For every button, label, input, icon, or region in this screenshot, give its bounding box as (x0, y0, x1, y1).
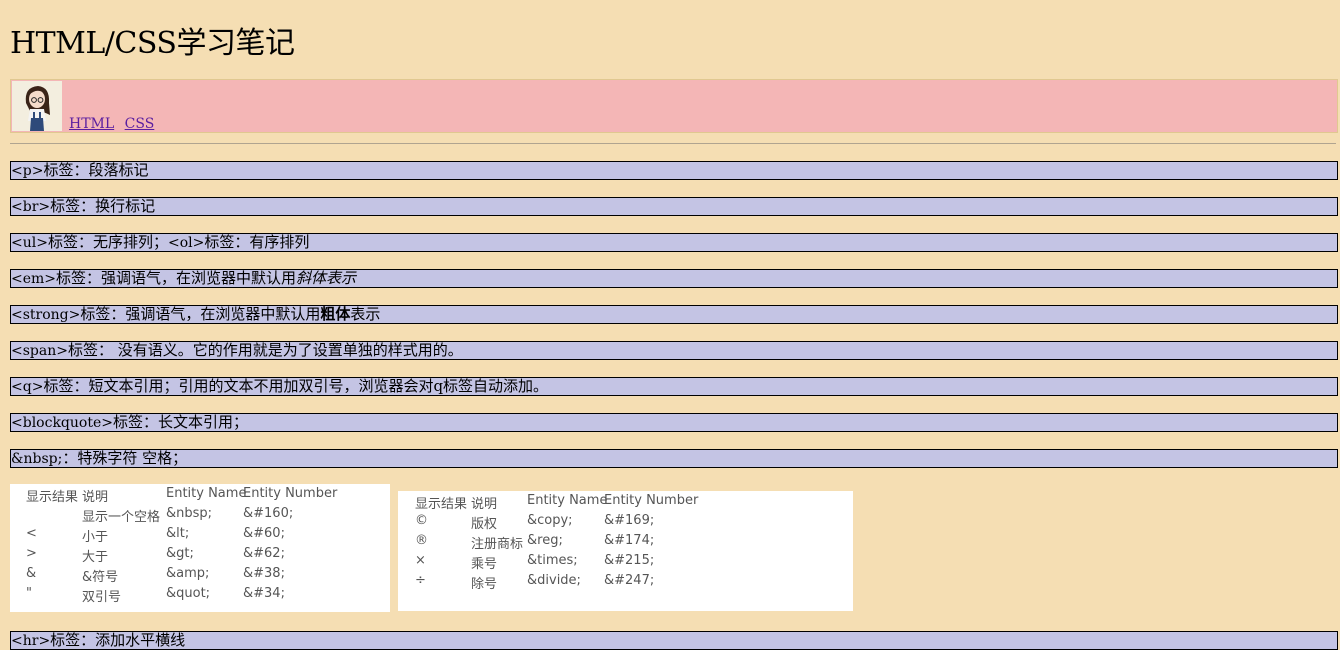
nav-link-css[interactable]: CSS (125, 116, 155, 132)
table-header: Entity Name (166, 486, 247, 501)
table-cell: &#247; (604, 573, 655, 588)
note-blockquote-tag: <blockquote>标签：长文本引用； (10, 413, 1338, 432)
note-code: &nbsp; (11, 451, 63, 467)
note-text: 标签：长文本引用； (112, 413, 248, 431)
table-cell: &divide; (527, 573, 581, 588)
table-header: 说明 (82, 490, 109, 505)
note-code: <ul> (11, 235, 48, 251)
table-cell: < (26, 526, 37, 541)
table-cell: × (415, 553, 426, 568)
table-cell: 小于 (82, 530, 109, 545)
table-cell: &copy; (527, 513, 573, 528)
note-text: 标签：换行标记 (50, 197, 156, 215)
note-em-tag: <em>标签：强调语气，在浏览器中默认用斜体表示 (10, 269, 1338, 288)
table-cell: &amp; (166, 566, 210, 581)
note-text: ：特殊字符 空格； (62, 449, 188, 467)
note-q-tag: <q>标签：短文本引用；引用的文本不用加双引号，浏览器会对q标签自动添加。 (10, 377, 1338, 396)
note-code: <q> (11, 379, 44, 395)
table-header: Entity Number (604, 493, 699, 508)
table-header: 说明 (471, 497, 498, 512)
nav-links: HTML CSS (69, 116, 160, 132)
nav-link-html[interactable]: HTML (69, 116, 114, 132)
table-cell: 大于 (82, 550, 109, 565)
table-header: Entity Name (527, 493, 608, 508)
table-cell: &#34; (243, 586, 285, 601)
note-code-2: <ol> (167, 235, 205, 251)
note-code: <blockquote> (11, 415, 113, 431)
table-header: 显示结果 (26, 490, 79, 505)
note-text: 标签：强调语气，在浏览器中默认用 (56, 269, 297, 287)
note-text: 标签：无序排列； (47, 233, 168, 251)
note-text-2: 标签：有序排列 (204, 233, 310, 251)
table-cell: 双引号 (82, 590, 122, 605)
table-header: 显示结果 (415, 497, 468, 512)
header-banner: HTML CSS (10, 79, 1338, 133)
table-cell: &lt; (166, 526, 190, 541)
table-cell: &quot; (166, 586, 211, 601)
note-text: 标签： 没有语义。它的作用就是为了设置单独的样式用的。 (67, 341, 463, 359)
note-code: <hr> (11, 633, 51, 649)
note-italic-text: 斜体表示 (296, 269, 357, 287)
note-text: 标签：添加水平横线 (50, 631, 186, 649)
table-cell: > (26, 546, 37, 561)
entity-table-2: 显示结果 说明 Entity Name Entity Number © 版权 &… (398, 491, 853, 611)
table-cell: &#169; (604, 513, 655, 528)
note-text: 标签：强调语气，在浏览器中默认用 (80, 305, 321, 323)
table-cell: &#215; (604, 553, 655, 568)
note-ul-ol-tag: <ul>标签：无序排列；<ol>标签：有序排列 (10, 233, 1338, 252)
page-title: HTML/CSS学习笔记 (10, 26, 295, 61)
table-header: Entity Number (243, 486, 338, 501)
note-bold-text: 粗体 (320, 305, 351, 323)
note-code: <p> (11, 163, 44, 179)
table-cell: 显示一个空格 (82, 510, 161, 525)
note-text: 标签：段落标记 (43, 161, 149, 179)
note-code: <em> (11, 271, 57, 287)
note-span-tag: <span>标签： 没有语义。它的作用就是为了设置单独的样式用的。 (10, 341, 1338, 360)
table-cell: ÷ (415, 573, 426, 588)
table-cell: " (26, 586, 32, 601)
note-code: <br> (11, 199, 51, 215)
note-text-after: 表示 (350, 305, 381, 323)
table-cell: &nbsp; (166, 506, 213, 521)
table-cell: &reg; (527, 533, 563, 548)
table-cell: &#38; (243, 566, 285, 581)
note-code: <strong> (11, 307, 81, 323)
note-strong-tag: <strong>标签：强调语气，在浏览器中默认用粗体表示 (10, 305, 1338, 324)
table-cell: 除号 (471, 577, 498, 592)
note-nbsp: &nbsp;：特殊字符 空格； (10, 449, 1338, 468)
entity-table-1: 显示结果 说明 Entity Name Entity Number 显示一个空格… (10, 484, 390, 612)
table-cell: &#160; (243, 506, 294, 521)
table-cell: 版权 (471, 517, 498, 532)
table-cell: &times; (527, 553, 578, 568)
avatar (12, 81, 62, 131)
table-cell: ® (415, 533, 428, 548)
note-text: 标签：短文本引用；引用的文本不用加双引号，浏览器会对q标签自动添加。 (43, 377, 549, 395)
note-p-tag: <p>标签：段落标记 (10, 161, 1338, 180)
horizontal-rule (10, 143, 1336, 144)
table-cell: &#62; (243, 546, 285, 561)
table-cell: &#60; (243, 526, 285, 541)
note-br-tag: <br>标签：换行标记 (10, 197, 1338, 216)
table-cell: 乘号 (471, 557, 498, 572)
table-cell: & (26, 566, 37, 581)
table-cell: &符号 (82, 570, 119, 585)
table-cell: © (415, 513, 428, 528)
table-cell: &gt; (166, 546, 194, 561)
note-code: <span> (11, 343, 68, 359)
table-cell: 注册商标 (471, 537, 524, 552)
table-cell: &#174; (604, 533, 655, 548)
